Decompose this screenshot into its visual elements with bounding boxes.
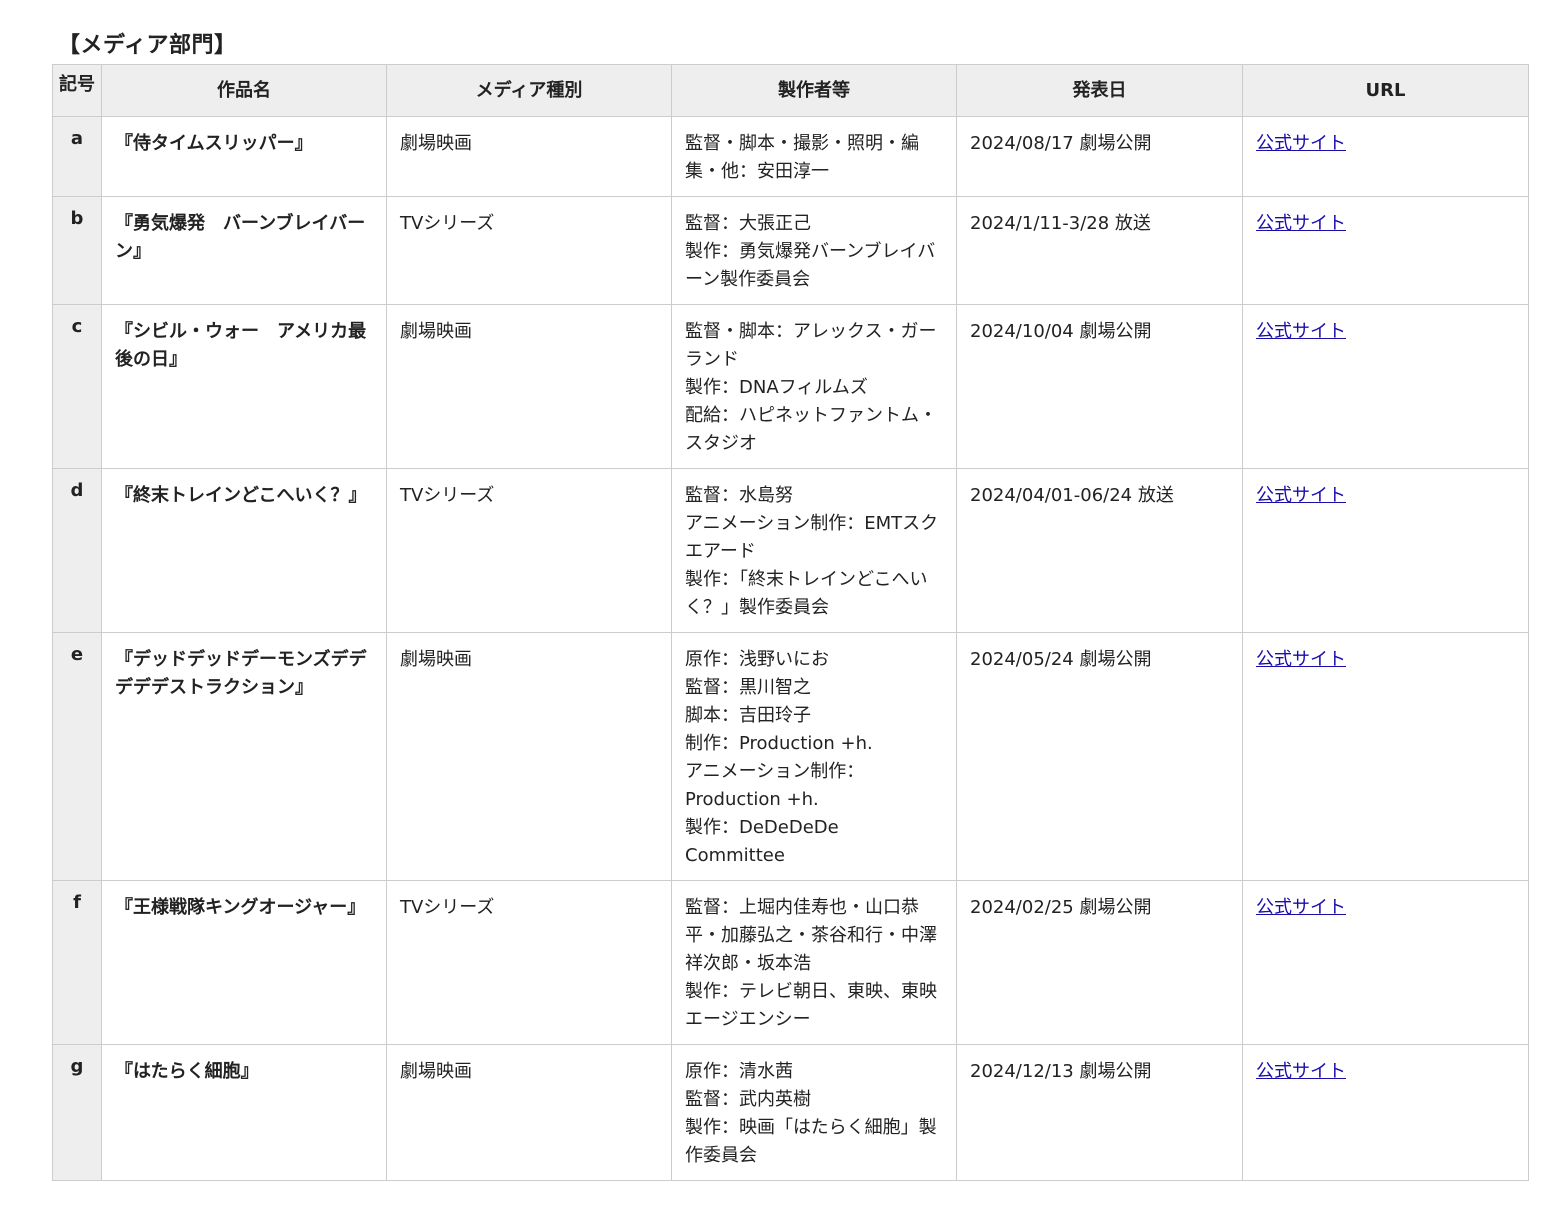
release-date: 2024/1/11-3/28 放送 bbox=[956, 196, 1243, 305]
media-type: 劇場映画 bbox=[386, 632, 672, 881]
maker-line: 原作：浅野いにお bbox=[685, 649, 829, 670]
release-date: 2024/08/17 劇場公開 bbox=[956, 116, 1243, 197]
table-row: e 『デッドデッドデーモンズデデデデデストラクション』 劇場映画 原作：浅野いに… bbox=[52, 632, 1529, 881]
media-type: TVシリーズ bbox=[386, 468, 672, 633]
official-site-link[interactable]: 公式サイト bbox=[1256, 321, 1346, 342]
work-title: 『シビル・ウォー アメリカ最後の日』 bbox=[101, 304, 387, 469]
maker-line: 監督：黒川智之 bbox=[685, 677, 811, 698]
maker-line: 脚本：吉田玲子 bbox=[685, 705, 811, 726]
header-title: 作品名 bbox=[101, 64, 387, 117]
maker-line: 監督：大張正己 bbox=[685, 213, 811, 234]
header-url: URL bbox=[1242, 64, 1529, 117]
release-date: 2024/12/13 劇場公開 bbox=[956, 1044, 1243, 1181]
media-type: TVシリーズ bbox=[386, 880, 672, 1045]
official-site-link[interactable]: 公式サイト bbox=[1256, 897, 1346, 918]
maker-line: 制作：Production +h. bbox=[685, 733, 873, 754]
maker-cell: 監督：大張正己 製作：勇気爆発バーンブレイバーン製作委員会 bbox=[671, 196, 957, 305]
row-code: b bbox=[52, 196, 102, 305]
official-site-link[interactable]: 公式サイト bbox=[1256, 1061, 1346, 1082]
header-media: メディア種別 bbox=[386, 64, 672, 117]
work-title: 『勇気爆発 バーンブレイバーン』 bbox=[101, 196, 387, 305]
maker-line: 製作：DeDeDeDe Committee bbox=[685, 817, 839, 866]
official-site-link[interactable]: 公式サイト bbox=[1256, 133, 1346, 154]
url-cell: 公式サイト bbox=[1242, 196, 1529, 305]
maker-line: 配給：ハピネットファントム・スタジオ bbox=[685, 405, 937, 454]
table-row: f 『王様戦隊キングオージャー』 TVシリーズ 監督：上堀内佳寿也・山口恭平・加… bbox=[52, 880, 1529, 1045]
release-date: 2024/02/25 劇場公開 bbox=[956, 880, 1243, 1045]
work-title: 『はたらく細胞』 bbox=[101, 1044, 387, 1181]
section-title: 【メディア部門】 bbox=[58, 33, 237, 58]
url-cell: 公式サイト bbox=[1242, 632, 1529, 881]
works-table: 記号 作品名 メディア種別 製作者等 発表日 URL a 『侍タイムスリッパー』… bbox=[52, 64, 1529, 1181]
official-site-link[interactable]: 公式サイト bbox=[1256, 485, 1346, 506]
maker-line: 監督・脚本・撮影・照明・編集・他：安田淳一 bbox=[685, 133, 919, 182]
header-date: 発表日 bbox=[956, 64, 1243, 117]
maker-line: 製作：DNAフィルムズ bbox=[685, 377, 868, 398]
work-title: 『侍タイムスリッパー』 bbox=[101, 116, 387, 197]
maker-cell: 原作：清水茜 監督：武内英樹 製作：映画「はたらく細胞」製作委員会 bbox=[671, 1044, 957, 1181]
work-title: 『終末トレインどこへいく？』 bbox=[101, 468, 387, 633]
row-code: c bbox=[52, 304, 102, 469]
url-cell: 公式サイト bbox=[1242, 468, 1529, 633]
maker-line: 監督：水島努 bbox=[685, 485, 793, 506]
row-code: g bbox=[52, 1044, 102, 1181]
table-row: d 『終末トレインどこへいく？』 TVシリーズ 監督：水島努 アニメーション制作… bbox=[52, 468, 1529, 633]
media-division-section: 【メディア部門】 記号 作品名 メディア種別 製作者等 発表日 URL a 『侍… bbox=[52, 0, 1529, 1181]
table-header: 記号 作品名 メディア種別 製作者等 発表日 URL bbox=[52, 64, 1529, 117]
maker-line: アニメーション制作：Production +h. bbox=[685, 761, 865, 810]
maker-line: 製作：勇気爆発バーンブレイバーン製作委員会 bbox=[685, 241, 936, 290]
header-row: 記号 作品名 メディア種別 製作者等 発表日 URL bbox=[52, 64, 1529, 117]
maker-cell: 監督・脚本・撮影・照明・編集・他：安田淳一 bbox=[671, 116, 957, 197]
maker-line: 監督：武内英樹 bbox=[685, 1089, 811, 1110]
official-site-link[interactable]: 公式サイト bbox=[1256, 213, 1346, 234]
row-code: e bbox=[52, 632, 102, 881]
maker-line: 原作：清水茜 bbox=[685, 1061, 793, 1082]
maker-line: アニメーション制作：EMTスクエアード bbox=[685, 513, 939, 562]
work-title: 『王様戦隊キングオージャー』 bbox=[101, 880, 387, 1045]
media-type: 劇場映画 bbox=[386, 304, 672, 469]
table-row: a 『侍タイムスリッパー』 劇場映画 監督・脚本・撮影・照明・編集・他：安田淳一… bbox=[52, 116, 1529, 197]
table-body: a 『侍タイムスリッパー』 劇場映画 監督・脚本・撮影・照明・編集・他：安田淳一… bbox=[52, 116, 1529, 1181]
release-date: 2024/05/24 劇場公開 bbox=[956, 632, 1243, 881]
media-type: TVシリーズ bbox=[386, 196, 672, 305]
media-type: 劇場映画 bbox=[386, 116, 672, 197]
row-code: a bbox=[52, 116, 102, 197]
url-cell: 公式サイト bbox=[1242, 880, 1529, 1045]
table-row: g 『はたらく細胞』 劇場映画 原作：清水茜 監督：武内英樹 製作：映画「はたら… bbox=[52, 1044, 1529, 1181]
official-site-link[interactable]: 公式サイト bbox=[1256, 649, 1346, 670]
release-date: 2024/04/01-06/24 放送 bbox=[956, 468, 1243, 633]
media-type: 劇場映画 bbox=[386, 1044, 672, 1181]
header-code: 記号 bbox=[52, 64, 102, 117]
maker-line: 監督：上堀内佳寿也・山口恭平・加藤弘之・茶谷和行・中澤祥次郎・坂本浩 bbox=[685, 897, 937, 974]
url-cell: 公式サイト bbox=[1242, 1044, 1529, 1181]
url-cell: 公式サイト bbox=[1242, 304, 1529, 469]
maker-line: 監督・脚本：アレックス・ガーランド bbox=[685, 321, 937, 370]
header-maker: 製作者等 bbox=[671, 64, 957, 117]
maker-cell: 監督・脚本：アレックス・ガーランド 製作：DNAフィルムズ 配給：ハピネットファ… bbox=[671, 304, 957, 469]
url-cell: 公式サイト bbox=[1242, 116, 1529, 197]
table-row: c 『シビル・ウォー アメリカ最後の日』 劇場映画 監督・脚本：アレックス・ガー… bbox=[52, 304, 1529, 469]
table-row: b 『勇気爆発 バーンブレイバーン』 TVシリーズ 監督：大張正己 製作：勇気爆… bbox=[52, 196, 1529, 305]
maker-line: 製作：映画「はたらく細胞」製作委員会 bbox=[685, 1117, 937, 1166]
maker-cell: 監督：上堀内佳寿也・山口恭平・加藤弘之・茶谷和行・中澤祥次郎・坂本浩 製作：テレ… bbox=[671, 880, 957, 1045]
maker-cell: 監督：水島努 アニメーション制作：EMTスクエアード 製作：「終末トレインどこへ… bbox=[671, 468, 957, 633]
maker-line: 製作：テレビ朝日、東映、東映エージエンシー bbox=[685, 981, 937, 1030]
maker-cell: 原作：浅野いにお 監督：黒川智之 脚本：吉田玲子 制作：Production +… bbox=[671, 632, 957, 881]
maker-line: 製作：「終末トレインどこへいく？」製作委員会 bbox=[685, 569, 928, 618]
row-code: d bbox=[52, 468, 102, 633]
release-date: 2024/10/04 劇場公開 bbox=[956, 304, 1243, 469]
row-code: f bbox=[52, 880, 102, 1045]
work-title: 『デッドデッドデーモンズデデデデデストラクション』 bbox=[101, 632, 387, 881]
